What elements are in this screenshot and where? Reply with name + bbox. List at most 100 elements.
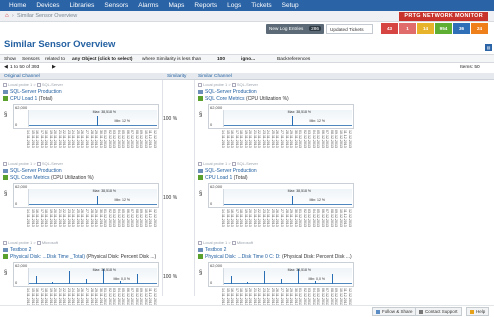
nav-setup[interactable]: Setup xyxy=(279,2,302,9)
chart-spike xyxy=(315,281,316,284)
sensor-chart[interactable]: 62,000 0 Max: 38,518 % Min: 0,0 % xyxy=(13,262,159,287)
status-up[interactable]: 954 xyxy=(435,23,452,34)
parent-name[interactable]: Testbox 2 xyxy=(10,247,31,253)
parent-name[interactable]: SQL-Server Production xyxy=(10,168,62,174)
link-icon[interactable]: § xyxy=(199,112,202,118)
filter-object-select[interactable]: any Object (click to select) xyxy=(72,57,133,62)
status-down[interactable]: 43 xyxy=(381,23,398,34)
home-icon[interactable]: ⌂ xyxy=(5,13,9,19)
device-name[interactable]: SQL-Server xyxy=(42,82,63,87)
nav-reports[interactable]: Reports xyxy=(191,2,220,9)
device-name[interactable]: SQL-Server xyxy=(237,161,258,166)
chart-min-label: Min: 0,0 % xyxy=(308,277,325,281)
column-similarity[interactable]: Similarity xyxy=(167,74,186,79)
date-tick: 14.11.2013 xyxy=(221,288,225,306)
chart-axis-zero: 0 xyxy=(210,280,213,285)
date-tick: 20.11.2013 xyxy=(53,288,57,306)
sensor-chart[interactable]: 62,000 0 Max: 38,518 % Min: 0,0 % xyxy=(208,262,354,287)
parent-name[interactable]: Testbox 2 xyxy=(205,247,226,253)
date-tick: 11.12.2013 xyxy=(148,209,152,227)
sensor-name[interactable]: Physical Disk: ...Disk Time _Total) xyxy=(10,254,85,260)
chart-axis-max: 62,000 xyxy=(210,184,223,189)
chart-spike xyxy=(36,276,37,284)
chart-axis-max: 62,000 xyxy=(15,105,28,110)
status-unusual[interactable]: 24 xyxy=(471,23,488,34)
probe-icon xyxy=(3,161,7,166)
parent-name[interactable]: SQL-Server Production xyxy=(205,89,257,95)
date-tick: 14.11.2013 xyxy=(221,130,225,148)
new-log-entries-button[interactable]: New Log Entries 286 xyxy=(266,24,324,34)
parent-name[interactable]: SQL-Server Production xyxy=(10,89,62,95)
date-tick: 12.12.2013 xyxy=(348,130,352,148)
pager-items-count[interactable]: Items: 50 xyxy=(460,65,480,70)
nav-tickets[interactable]: Tickets xyxy=(248,2,274,9)
probe-name[interactable]: Local probe 1 xyxy=(203,161,227,166)
column-original-channel[interactable]: Original Channel xyxy=(4,74,40,79)
nav-alarms[interactable]: Alarms xyxy=(135,2,161,9)
pager-prev-icon[interactable]: ◀ xyxy=(4,65,8,70)
date-tick: 27.11.2013 xyxy=(85,209,89,227)
filter-threshold-select[interactable]: 100 xyxy=(217,57,225,62)
sensor-chart[interactable]: 62,000 0 Max: 38,518 % Min: 12 % xyxy=(13,104,159,129)
filter-show-label: Show xyxy=(4,56,16,62)
device-name[interactable]: Microsoft xyxy=(42,240,58,245)
device-name[interactable]: SQL-Server xyxy=(42,161,63,166)
contact-support-button[interactable]: Contact Support xyxy=(415,307,462,316)
nav-logs[interactable]: Logs xyxy=(224,2,244,9)
server-icon xyxy=(198,168,203,173)
sensor-name[interactable]: SQL Core Metrics xyxy=(205,96,245,102)
link-icon[interactable]: § xyxy=(4,191,7,197)
device-name[interactable]: SQL-Server xyxy=(237,82,258,87)
nav-sensors[interactable]: Sensors xyxy=(101,2,131,9)
filter-backreferences[interactable]: Backreferences xyxy=(277,57,310,62)
date-tick: 11.12.2013 xyxy=(343,209,347,227)
status-paused[interactable]: 36 xyxy=(453,23,470,34)
sensor-chart[interactable]: 62,000 0 Max: 38,518 % Min: 12 % xyxy=(208,104,354,129)
probe-name[interactable]: Local probe 1 xyxy=(8,161,32,166)
date-tick: 29.11.2013 xyxy=(94,288,98,306)
card-sensor: SQL Core Metrics (CPU Utilization %) xyxy=(198,96,355,103)
probe-name[interactable]: Local probe 1 xyxy=(203,240,227,245)
parent-name[interactable]: SQL-Server Production xyxy=(205,168,257,174)
date-tick: 09.12.2013 xyxy=(334,288,338,306)
sensor-name[interactable]: CPU Load 1 xyxy=(205,175,232,181)
device-name[interactable]: Microsoft xyxy=(237,240,253,245)
help-button[interactable]: Help xyxy=(466,307,490,316)
probe-name[interactable]: Local probe 1 xyxy=(203,82,227,87)
date-tick: 07.12.2013 xyxy=(130,130,134,148)
column-similar-channel[interactable]: Similar Channel xyxy=(198,74,232,79)
sensor-name[interactable]: Physical Disk: ...Disk Time 0 C: D: xyxy=(205,254,281,260)
nav-devices[interactable]: Devices xyxy=(33,2,62,9)
sensor-name[interactable]: SQL Core Metrics xyxy=(10,175,50,181)
probe-icon xyxy=(198,82,202,87)
pager-next-icon[interactable]: ▶ xyxy=(52,65,56,70)
date-tick: 22.11.2013 xyxy=(257,130,261,148)
status-down-ack[interactable]: 1 xyxy=(399,23,416,34)
date-tick: 03.12.2013 xyxy=(112,130,116,148)
link-icon[interactable]: § xyxy=(4,112,7,118)
date-tick: 12.12.2013 xyxy=(153,209,157,227)
sensor-chart[interactable]: 62,000 0 Max: 38,518 % Min: 12 % xyxy=(208,183,354,208)
channel-name: (CPU Utilization %) xyxy=(50,175,94,181)
status-ok-icon xyxy=(3,254,8,259)
probe-name[interactable]: Local probe 1 xyxy=(8,240,32,245)
filter-type-select[interactable]: Sensors xyxy=(22,57,40,62)
probe-name[interactable]: Local probe 1 xyxy=(8,82,32,87)
link-icon[interactable]: § xyxy=(4,270,7,276)
link-icon[interactable]: § xyxy=(199,191,202,197)
updated-tickets-button[interactable]: Updated Tickets xyxy=(326,24,373,34)
sensor-chart[interactable]: 62,000 0 Max: 38,518 % Min: 12 % xyxy=(13,183,159,208)
follow-share-button[interactable]: Follow & Share xyxy=(372,307,417,316)
date-tick: 20.11.2013 xyxy=(248,130,252,148)
filter-ignore-select[interactable]: igno... xyxy=(241,57,255,62)
chart-max-label: Max: 38,518 % xyxy=(287,110,311,114)
nav-home[interactable]: Home xyxy=(6,2,29,9)
link-icon[interactable]: § xyxy=(199,270,202,276)
nav-libraries[interactable]: Libraries xyxy=(66,2,97,9)
server-icon xyxy=(198,247,203,252)
sidebar-toggle-icon[interactable]: ▤ xyxy=(485,44,492,51)
status-warning[interactable]: 14 xyxy=(417,23,434,34)
nav-maps[interactable]: Maps xyxy=(166,2,188,9)
sensor-name[interactable]: CPU Load 1 xyxy=(10,96,37,102)
chart-min-label: Min: 0,0 % xyxy=(113,277,130,281)
